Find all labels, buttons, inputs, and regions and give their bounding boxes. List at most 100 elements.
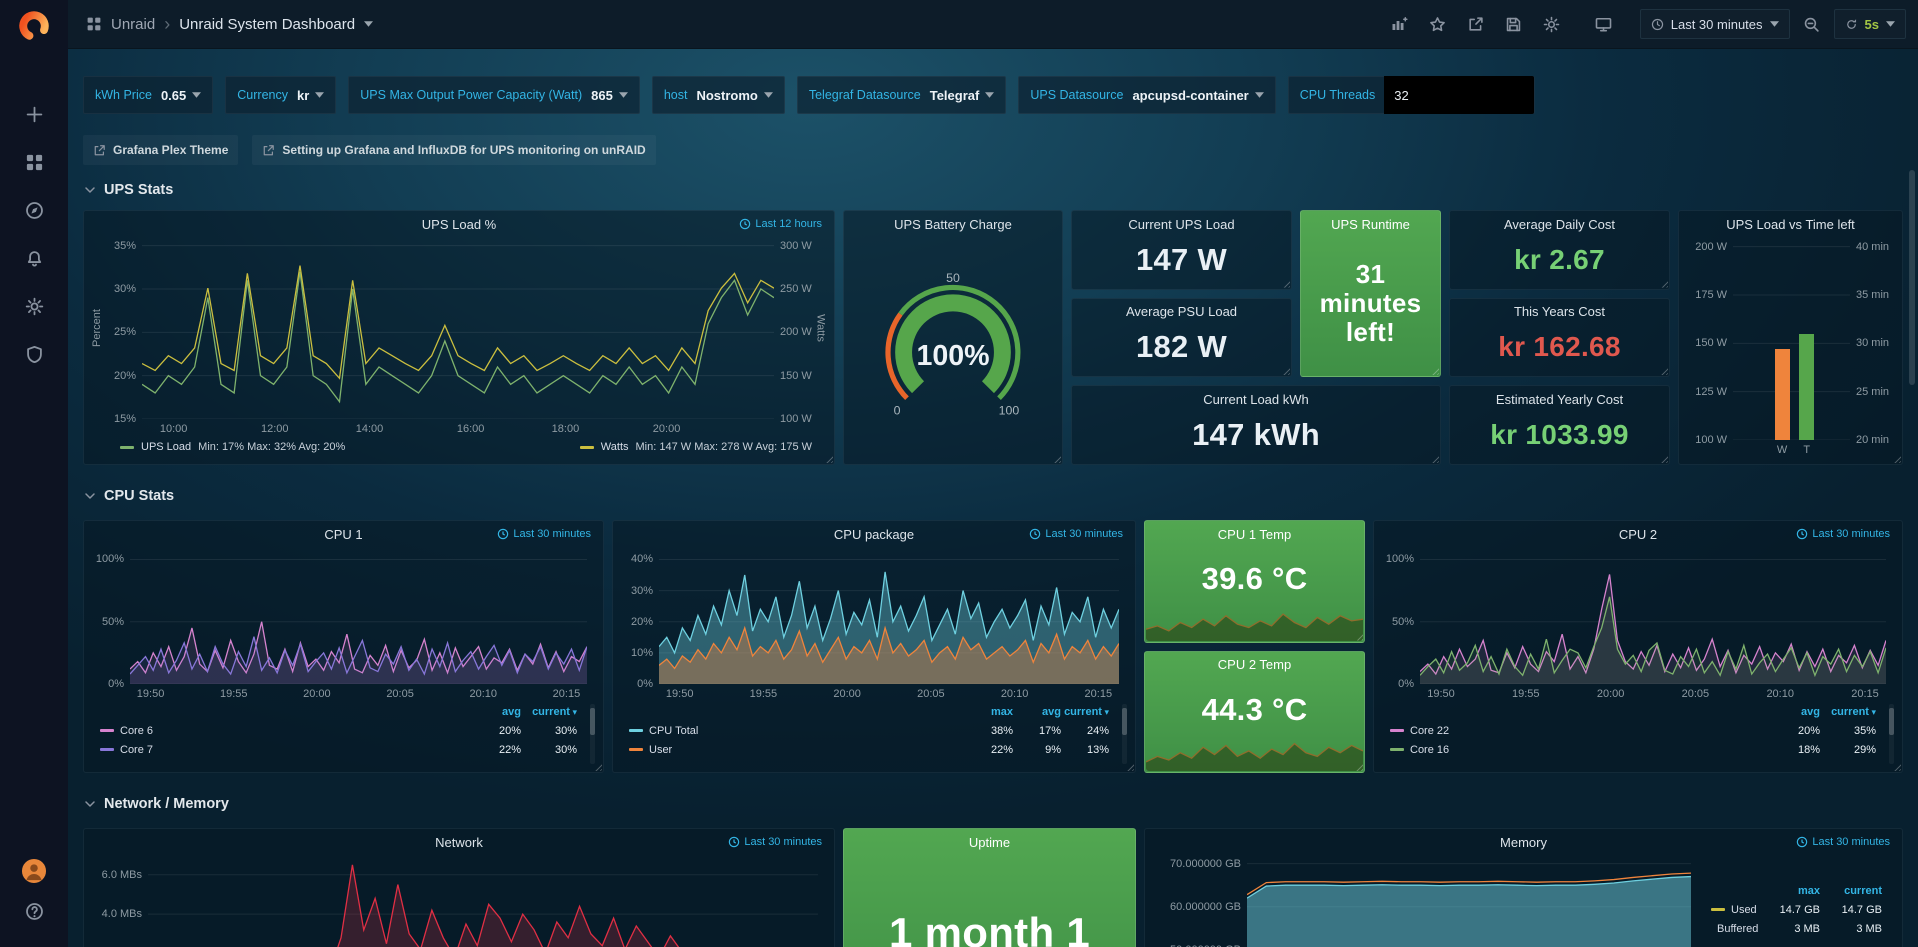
- panel-title[interactable]: Uptime: [969, 835, 1010, 850]
- variable-ups-datasource[interactable]: UPS Datasource apcupsd-container: [1018, 76, 1275, 114]
- link-ups-monitoring-guide[interactable]: Setting up Grafana and InfluxDB for UPS …: [252, 135, 655, 165]
- panel-average-psu-load: Average PSU Load 182 W: [1071, 298, 1292, 378]
- page-scrollbar[interactable]: [1909, 170, 1915, 385]
- plus-icon[interactable]: [25, 105, 44, 124]
- bar-label: W: [1777, 444, 1787, 456]
- caret-down-icon: [315, 92, 324, 98]
- panel-title[interactable]: CPU 2 Temp: [1218, 657, 1291, 672]
- dashboard-canvas: kWh Price 0.65 Currency kr UPS Max Outpu…: [68, 49, 1918, 947]
- share-button[interactable]: [1460, 9, 1492, 39]
- grafana-logo[interactable]: [17, 9, 51, 43]
- panel-cpu-2: CPU 2 Last 30 minutes 0%50%100%19:5019:5…: [1373, 520, 1903, 773]
- axis-tick: 20:05: [917, 688, 945, 700]
- variable-telegraf-datasource[interactable]: Telegraf Datasource Telegraf: [797, 76, 1006, 114]
- panel-title[interactable]: Average PSU Load: [1126, 304, 1237, 319]
- legend-scrollbar[interactable]: [1889, 704, 1894, 764]
- dashboard-title[interactable]: Unraid System Dashboard: [179, 16, 355, 33]
- chart-svg: [659, 547, 1119, 684]
- panel-ups-runtime: UPS Runtime 31 minutes left!: [1300, 210, 1441, 377]
- cpu1-temp-sparkline: [1146, 599, 1363, 641]
- legend-row: Core 16 18% 29%: [1380, 740, 1890, 759]
- legend-scrollbar[interactable]: [590, 704, 595, 764]
- axis-tick: 50%: [102, 616, 124, 628]
- axis-tick: 20:00: [303, 688, 331, 700]
- axis-tick: 100 W: [1695, 434, 1727, 446]
- dashboard-links-row: Grafana Plex Theme Setting up Grafana an…: [83, 135, 1903, 165]
- panel-title[interactable]: CPU 2: [1619, 527, 1657, 542]
- axis-tick: 19:50: [666, 688, 694, 700]
- axis-tick: 250 W: [780, 283, 812, 295]
- variable-currency[interactable]: Currency kr: [225, 76, 336, 114]
- sidebar: [0, 0, 68, 947]
- axis-tick: 50%: [1392, 616, 1414, 628]
- external-link-icon: [262, 144, 275, 157]
- alerting-bell-icon[interactable]: [25, 249, 44, 268]
- panel-title[interactable]: This Years Cost: [1514, 304, 1605, 319]
- panel-header[interactable]: UPS Load % Last 12 hours: [90, 211, 828, 237]
- variable-host[interactable]: host Nostromo: [652, 76, 785, 114]
- panel-title[interactable]: UPS Runtime: [1331, 217, 1410, 232]
- axis-tick: 10%: [631, 647, 653, 659]
- panel-title[interactable]: Network: [435, 835, 483, 850]
- panel-title[interactable]: UPS Battery Charge: [894, 217, 1012, 232]
- sidebar-bottom: [21, 858, 47, 947]
- panel-title[interactable]: Current UPS Load: [1128, 217, 1234, 232]
- axis-tick: 175 W: [1695, 289, 1727, 301]
- panel-title[interactable]: CPU package: [834, 527, 914, 542]
- dashboard-settings-gear-icon[interactable]: [1536, 9, 1568, 39]
- refresh-picker[interactable]: 5s: [1834, 9, 1906, 39]
- grafana-app: Unraid › Unraid System Dashboard: [0, 0, 1918, 947]
- stat-value: 1 month 1: [889, 909, 1090, 947]
- chart-svg: [130, 547, 587, 684]
- time-override: Last 30 minutes: [728, 829, 822, 855]
- panel-current-load-kwh: Current Load kWh 147 kWh: [1071, 385, 1441, 465]
- axis-tick: 0%: [108, 678, 124, 690]
- user-avatar[interactable]: [21, 858, 47, 884]
- save-button[interactable]: [1498, 9, 1530, 39]
- chevron-down-icon: [83, 797, 97, 811]
- panel-title[interactable]: UPS Load vs Time left: [1726, 217, 1855, 232]
- cpu2-temp-sparkline: [1146, 729, 1363, 771]
- panel-title[interactable]: CPU 1 Temp: [1218, 527, 1291, 542]
- add-panel-button[interactable]: [1384, 9, 1416, 39]
- link-grafana-plex-theme[interactable]: Grafana Plex Theme: [83, 135, 238, 165]
- panel-title[interactable]: Current Load kWh: [1203, 392, 1309, 407]
- panel-title[interactable]: UPS Load %: [422, 217, 496, 232]
- panel-title[interactable]: CPU 1: [324, 527, 362, 542]
- server-admin-shield-icon[interactable]: [25, 345, 44, 364]
- star-button[interactable]: [1422, 9, 1454, 39]
- axis-tick: 16:00: [457, 423, 485, 435]
- legend-scrollbar[interactable]: [1122, 704, 1127, 764]
- stat-value: 44.3 °C: [1202, 692, 1308, 728]
- axis-tick: 200 W: [780, 326, 812, 338]
- row-header-network-memory[interactable]: Network / Memory: [83, 791, 1903, 817]
- zoom-out-button[interactable]: [1796, 9, 1828, 39]
- chevron-down-icon[interactable]: [364, 21, 373, 27]
- panel-header[interactable]: UPS Battery Charge: [850, 211, 1056, 237]
- breadcrumb-folder[interactable]: Unraid: [111, 16, 155, 33]
- legend-row: Core 6 20% 30%: [90, 721, 591, 740]
- axis-tick: 19:55: [220, 688, 248, 700]
- variable-ups-max-output[interactable]: UPS Max Output Power Capacity (Watt) 865: [348, 76, 640, 114]
- dashboards-grid-icon[interactable]: [25, 153, 44, 172]
- cpu-threads-input[interactable]: 32: [1384, 76, 1534, 114]
- panel-title[interactable]: Estimated Yearly Cost: [1496, 392, 1623, 407]
- axis-tick: 20:00: [1597, 688, 1625, 700]
- axis-tick: 25%: [114, 326, 136, 338]
- caret-down-icon: [1255, 92, 1264, 98]
- configuration-gear-icon[interactable]: [25, 297, 44, 316]
- axis-tick: 14:00: [356, 423, 384, 435]
- cycle-view-tv-icon[interactable]: [1588, 9, 1620, 39]
- panel-title[interactable]: Memory: [1500, 835, 1547, 850]
- variable-kwh-price[interactable]: kWh Price 0.65: [83, 76, 213, 114]
- ups-load-chart: 15%20%25%30%35%Percent100 W150 W200 W250…: [90, 237, 828, 437]
- axis-tick: 30%: [631, 585, 653, 597]
- axis-tick: 20%: [114, 370, 136, 382]
- time-range-picker[interactable]: Last 30 minutes: [1640, 9, 1790, 39]
- row-header-cpu-stats[interactable]: CPU Stats: [83, 483, 1903, 509]
- row-header-ups-stats[interactable]: UPS Stats: [83, 177, 1903, 203]
- explore-compass-icon[interactable]: [25, 201, 44, 220]
- panel-title[interactable]: Average Daily Cost: [1504, 217, 1615, 232]
- help-question-icon[interactable]: [25, 902, 44, 921]
- time-override: Last 30 minutes: [1796, 829, 1890, 855]
